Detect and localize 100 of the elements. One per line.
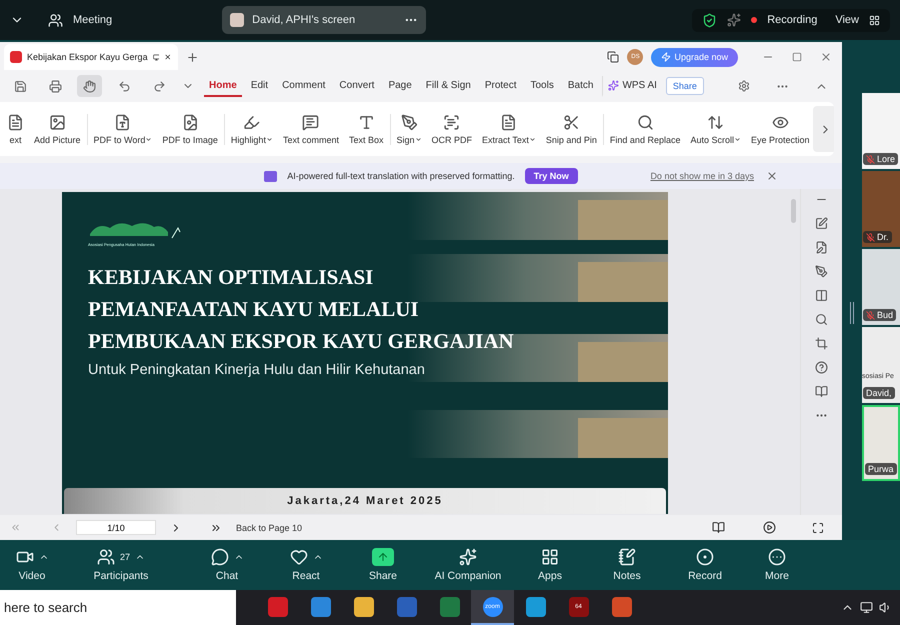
video-tile[interactable]: Lore [862, 93, 900, 169]
tool-icon [500, 114, 518, 130]
sparkle-icon [727, 13, 742, 27]
sidebar-tool-icon[interactable] [815, 337, 828, 350]
video-tile[interactable]: Bud [862, 249, 900, 325]
tool-icon [48, 114, 66, 130]
date-bar: Jakarta,24 Maret 2025 [64, 488, 666, 514]
try-now-button[interactable]: Try Now [524, 168, 578, 184]
ribbon-button[interactable]: Snip and Pin [538, 114, 600, 144]
app-icon [526, 596, 546, 616]
meeting-icon [48, 12, 63, 28]
screen-share-pill[interactable]: David, APHI's screen [222, 6, 426, 34]
tool-icon [443, 114, 460, 130]
participant-name: David, [863, 387, 895, 399]
sidebar-tool-icon[interactable] [815, 289, 828, 302]
toolbar-button[interactable]: Video [8, 548, 56, 582]
sidebar-tool-icon[interactable] [815, 361, 828, 374]
ribbon-button[interactable]: Extract Text [475, 114, 539, 144]
menu-tab[interactable]: Protect [480, 76, 522, 96]
resize-handle[interactable] [850, 302, 854, 324]
slide-title: PEMANFAATAN KAYU MELALUI [88, 296, 420, 323]
toolbar-button[interactable]: Chat [186, 548, 268, 582]
muted-mic-icon [866, 310, 875, 320]
menu-tab[interactable]: Tools [526, 76, 559, 96]
menu-tab[interactable]: Comment [277, 76, 330, 96]
dismiss-link[interactable]: Do not show me in 3 days [650, 171, 754, 181]
hand-tool-button[interactable] [77, 75, 102, 97]
close-icon[interactable] [164, 52, 172, 62]
volume-icon[interactable] [879, 601, 892, 614]
menu-tab[interactable]: Page [383, 76, 417, 96]
view-button[interactable]: View [835, 14, 859, 26]
document-tab[interactable]: Kebijakan Ekspor Kayu Gerga [4, 44, 178, 70]
toolbar-button[interactable]: Apps [514, 548, 586, 582]
scrollbar-thumb[interactable] [790, 199, 796, 223]
toolbar-button[interactable]: Share [344, 548, 422, 582]
sidebar-tool-icon[interactable] [815, 241, 828, 254]
copy-icon[interactable] [607, 51, 620, 63]
caret-icon [414, 136, 422, 142]
shield-check-icon [702, 12, 718, 28]
ribbon-button[interactable]: Add Picture [27, 114, 84, 144]
toolbar-button[interactable]: Record [668, 548, 742, 582]
sidebar-tool-icon[interactable] [815, 217, 828, 230]
toolbar-icon [210, 548, 228, 566]
ribbon-button[interactable]: Text Box [342, 114, 386, 144]
sidebar-tool-icon[interactable] [815, 313, 828, 326]
meeting-title: Meeting [73, 14, 112, 26]
ribbon-button[interactable]: PDF to Word [86, 114, 156, 144]
recording-dot [751, 17, 758, 23]
banner-text: AI-powered full-text translation with preserved formatting. [287, 171, 515, 181]
caret-icon [528, 136, 536, 142]
ribbon-button[interactable]: PDF to Image [155, 114, 221, 144]
toolbar-button[interactable]: React [268, 548, 344, 582]
slide-title: PEMBUKAAN EKSPOR KAYU GERGAJIAN [88, 328, 515, 355]
tool-icon [182, 114, 199, 130]
page-field[interactable]: 1/10 [76, 520, 156, 535]
search-field[interactable]: here to search [0, 590, 236, 625]
fullscreen-icon[interactable] [812, 522, 824, 534]
ribbon-button[interactable]: Highlight [224, 114, 276, 144]
app-icon [396, 596, 416, 616]
tool-icon [400, 114, 418, 130]
share-button[interactable]: Share [666, 77, 704, 95]
ribbon-button[interactable]: OCR PDF [424, 114, 476, 144]
menu-tab[interactable]: Batch [562, 76, 598, 96]
restore-icon[interactable] [792, 52, 802, 62]
video-tile[interactable]: Purwa [862, 405, 900, 481]
toolbar-button[interactable]: AI Companion [422, 548, 514, 582]
back-to-page-link[interactable]: Back to Page 10 [236, 522, 302, 532]
lightning-icon [661, 52, 672, 62]
settings-icon [738, 80, 750, 92]
ai-translate-icon [264, 170, 278, 182]
toolbar-button[interactable]: More [742, 548, 812, 582]
ribbon-button[interactable]: Text comment [276, 114, 342, 144]
redo-icon [152, 80, 166, 92]
sidebar-tool-icon[interactable] [815, 265, 828, 278]
caret-icon [734, 136, 741, 142]
tool-icon [358, 114, 375, 130]
menu-tab[interactable]: Fill & Sign [420, 76, 476, 96]
new-tab-icon[interactable] [186, 50, 199, 64]
toolbar-button[interactable]: 27 Participants [56, 548, 186, 582]
network-icon[interactable] [860, 601, 873, 614]
tool-icon [7, 114, 24, 130]
ribbon-button[interactable]: Auto Scroll [683, 114, 744, 144]
upgrade-button[interactable]: Upgrade now [651, 48, 738, 66]
toolbar-icon [618, 548, 636, 566]
toolbar-button[interactable]: Notes [586, 548, 668, 582]
reading-mode-icon[interactable] [712, 521, 725, 534]
wps-ai-button[interactable]: WPS AI [602, 76, 662, 96]
ribbon-button[interactable]: Sign [390, 114, 425, 144]
avatar-icon [230, 13, 244, 27]
menu-tab[interactable]: Edit [246, 76, 274, 96]
menu-tab[interactable]: Home [204, 76, 242, 96]
menu-tab[interactable]: Convert [334, 76, 380, 96]
video-tile[interactable]: Dr. [862, 171, 900, 247]
ribbon-button[interactable]: Eye Protection [744, 114, 813, 144]
app-icon [440, 596, 460, 616]
toolbar-icon [768, 548, 786, 566]
ribbon-button[interactable]: ext [0, 114, 27, 144]
sidebar-tool-icon[interactable] [815, 385, 828, 398]
ribbon-button[interactable]: Find and Replace [602, 114, 684, 144]
play-icon[interactable] [763, 521, 776, 534]
